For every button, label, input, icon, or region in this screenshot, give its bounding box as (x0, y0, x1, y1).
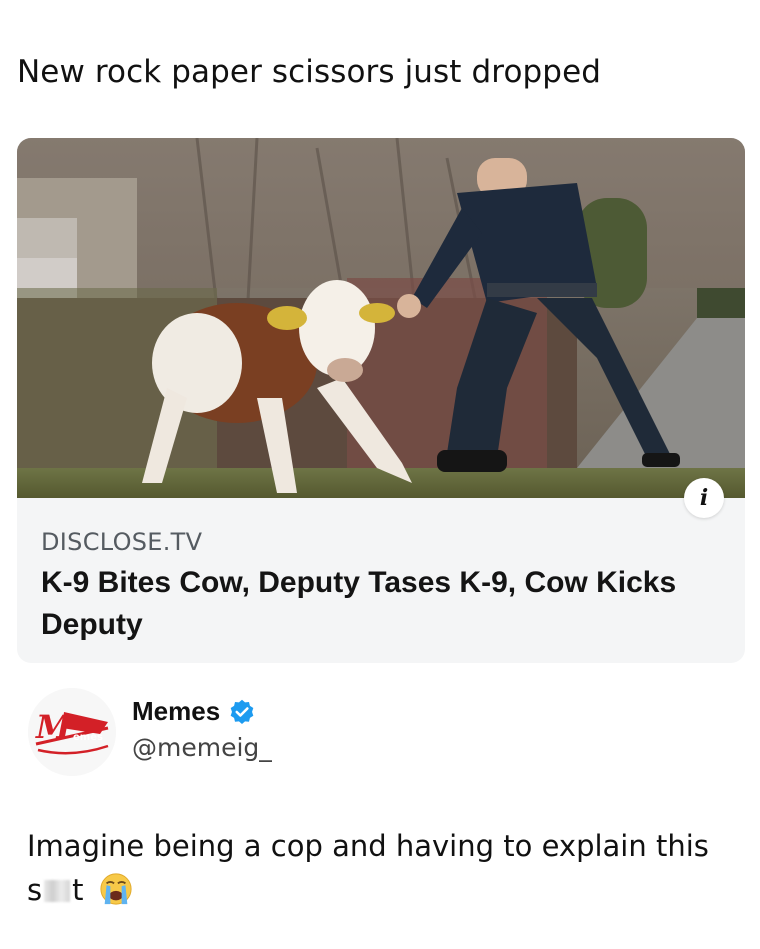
svg-text:emes: emes (73, 732, 103, 743)
account-info[interactable]: M emes Memes @memeig_ (28, 688, 528, 778)
cow-and-police-officer-photo[interactable] (17, 138, 745, 498)
info-icon[interactable]: i (684, 478, 724, 518)
display-name-text[interactable]: Memes (132, 696, 220, 727)
avatar[interactable]: M emes (28, 688, 116, 776)
censored-letters (44, 880, 71, 902)
account-display-name[interactable]: Memes (132, 696, 256, 727)
loudly-crying-face-emoji (100, 873, 132, 905)
comment-text-start: Imagine being a cop and having to explai… (27, 829, 709, 863)
memes-logo: M emes (28, 688, 116, 776)
comment-word-end: t (72, 873, 84, 907)
comment-word-start: s (27, 873, 43, 907)
post-caption: New rock paper scissors just dropped (17, 54, 602, 90)
card-headline[interactable]: K-9 Bites Cow, Deputy Tases K-9, Cow Kic… (41, 562, 721, 646)
comment-text: Imagine being a cop and having to explai… (27, 824, 737, 912)
card-source: DISCLOSE.TV (41, 528, 203, 556)
verified-badge-icon (230, 699, 254, 724)
account-handle[interactable]: @memeig_ (132, 733, 272, 762)
link-preview-card[interactable]: i DISCLOSE.TV K-9 Bites Cow, Deputy Tase… (17, 138, 745, 663)
